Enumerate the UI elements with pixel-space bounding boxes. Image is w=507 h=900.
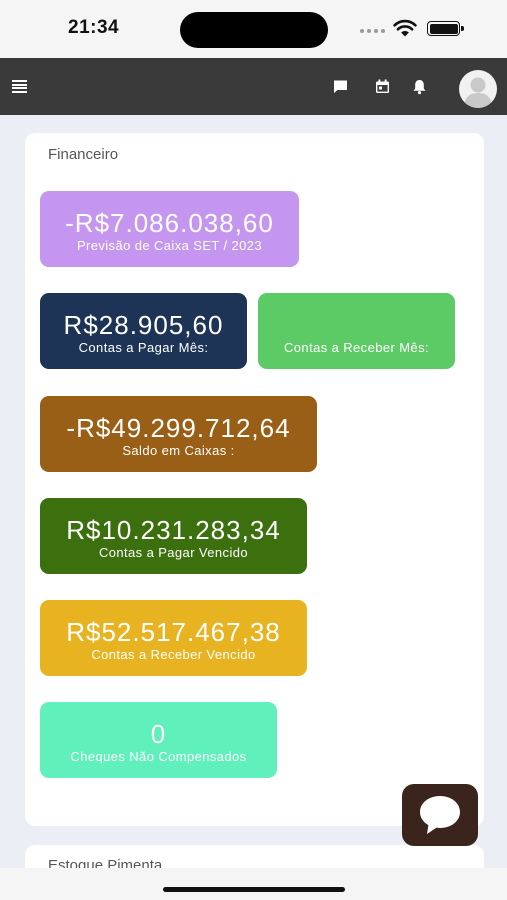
tile-label: Contas a Receber Mês: <box>284 340 429 355</box>
tile-value: R$52.517.467,38 <box>66 617 281 647</box>
user-avatar-icon[interactable] <box>459 70 497 108</box>
battery-icon <box>427 21 464 36</box>
financeiro-card: Financeiro -R$7.086.038,60 Previsão de C… <box>25 133 484 826</box>
app-header <box>0 58 507 115</box>
financeiro-title: Financeiro <box>48 146 119 163</box>
tile-label: Previsão de Caixa SET / 2023 <box>76 238 263 253</box>
tile-value: R$28.905,60 <box>63 310 224 340</box>
tile-saldo-caixas[interactable]: -R$49.299.712,64 Saldo em Caixas : <box>40 396 317 472</box>
tile-value: R$10.231.283,34 <box>66 515 281 545</box>
home-indicator[interactable] <box>163 887 345 892</box>
tile-contas-receber-vencido[interactable]: R$52.517.467,38 Contas a Receber Vencido <box>40 600 307 676</box>
tile-label: Contas a Pagar Vencido <box>98 545 248 560</box>
wifi-icon <box>393 19 417 37</box>
tile-previsao-caixa[interactable]: -R$7.086.038,60 Previsão de Caixa SET / … <box>40 191 299 267</box>
tile-label: Saldo em Caixas : <box>122 443 235 458</box>
hamburger-icon[interactable] <box>12 80 27 93</box>
chat-bubble-icon <box>420 796 460 834</box>
bell-icon[interactable] <box>411 78 428 95</box>
tile-value: -R$7.086.038,60 <box>65 208 274 238</box>
tile-contas-pagar-vencido[interactable]: R$10.231.283,34 Contas a Pagar Vencido <box>40 498 307 574</box>
calendar-icon[interactable] <box>374 78 391 95</box>
tile-contas-pagar-mes[interactable]: R$28.905,60 Contas a Pagar Mês: <box>40 293 247 369</box>
tile-contas-receber-mes[interactable]: Contas a Receber Mês: <box>258 293 455 369</box>
cellular-signal-icon <box>360 29 385 33</box>
chat-fab-button[interactable] <box>402 784 478 846</box>
status-bar: 21:34 <box>0 0 507 58</box>
home-indicator-area <box>0 868 507 900</box>
tile-label: Contas a Receber Vencido <box>91 647 256 662</box>
dynamic-island <box>180 12 328 48</box>
tile-label: Contas a Pagar Mês: <box>78 340 209 355</box>
tile-value: -R$49.299.712,64 <box>66 413 291 443</box>
tile-value: 0 <box>150 719 167 749</box>
status-time: 21:34 <box>68 17 120 38</box>
tile-cheques-nao-compensados[interactable]: 0 Cheques Não Compensados <box>40 702 277 778</box>
chat-icon[interactable] <box>332 78 349 95</box>
tile-label: Cheques Não Compensados <box>70 749 247 764</box>
